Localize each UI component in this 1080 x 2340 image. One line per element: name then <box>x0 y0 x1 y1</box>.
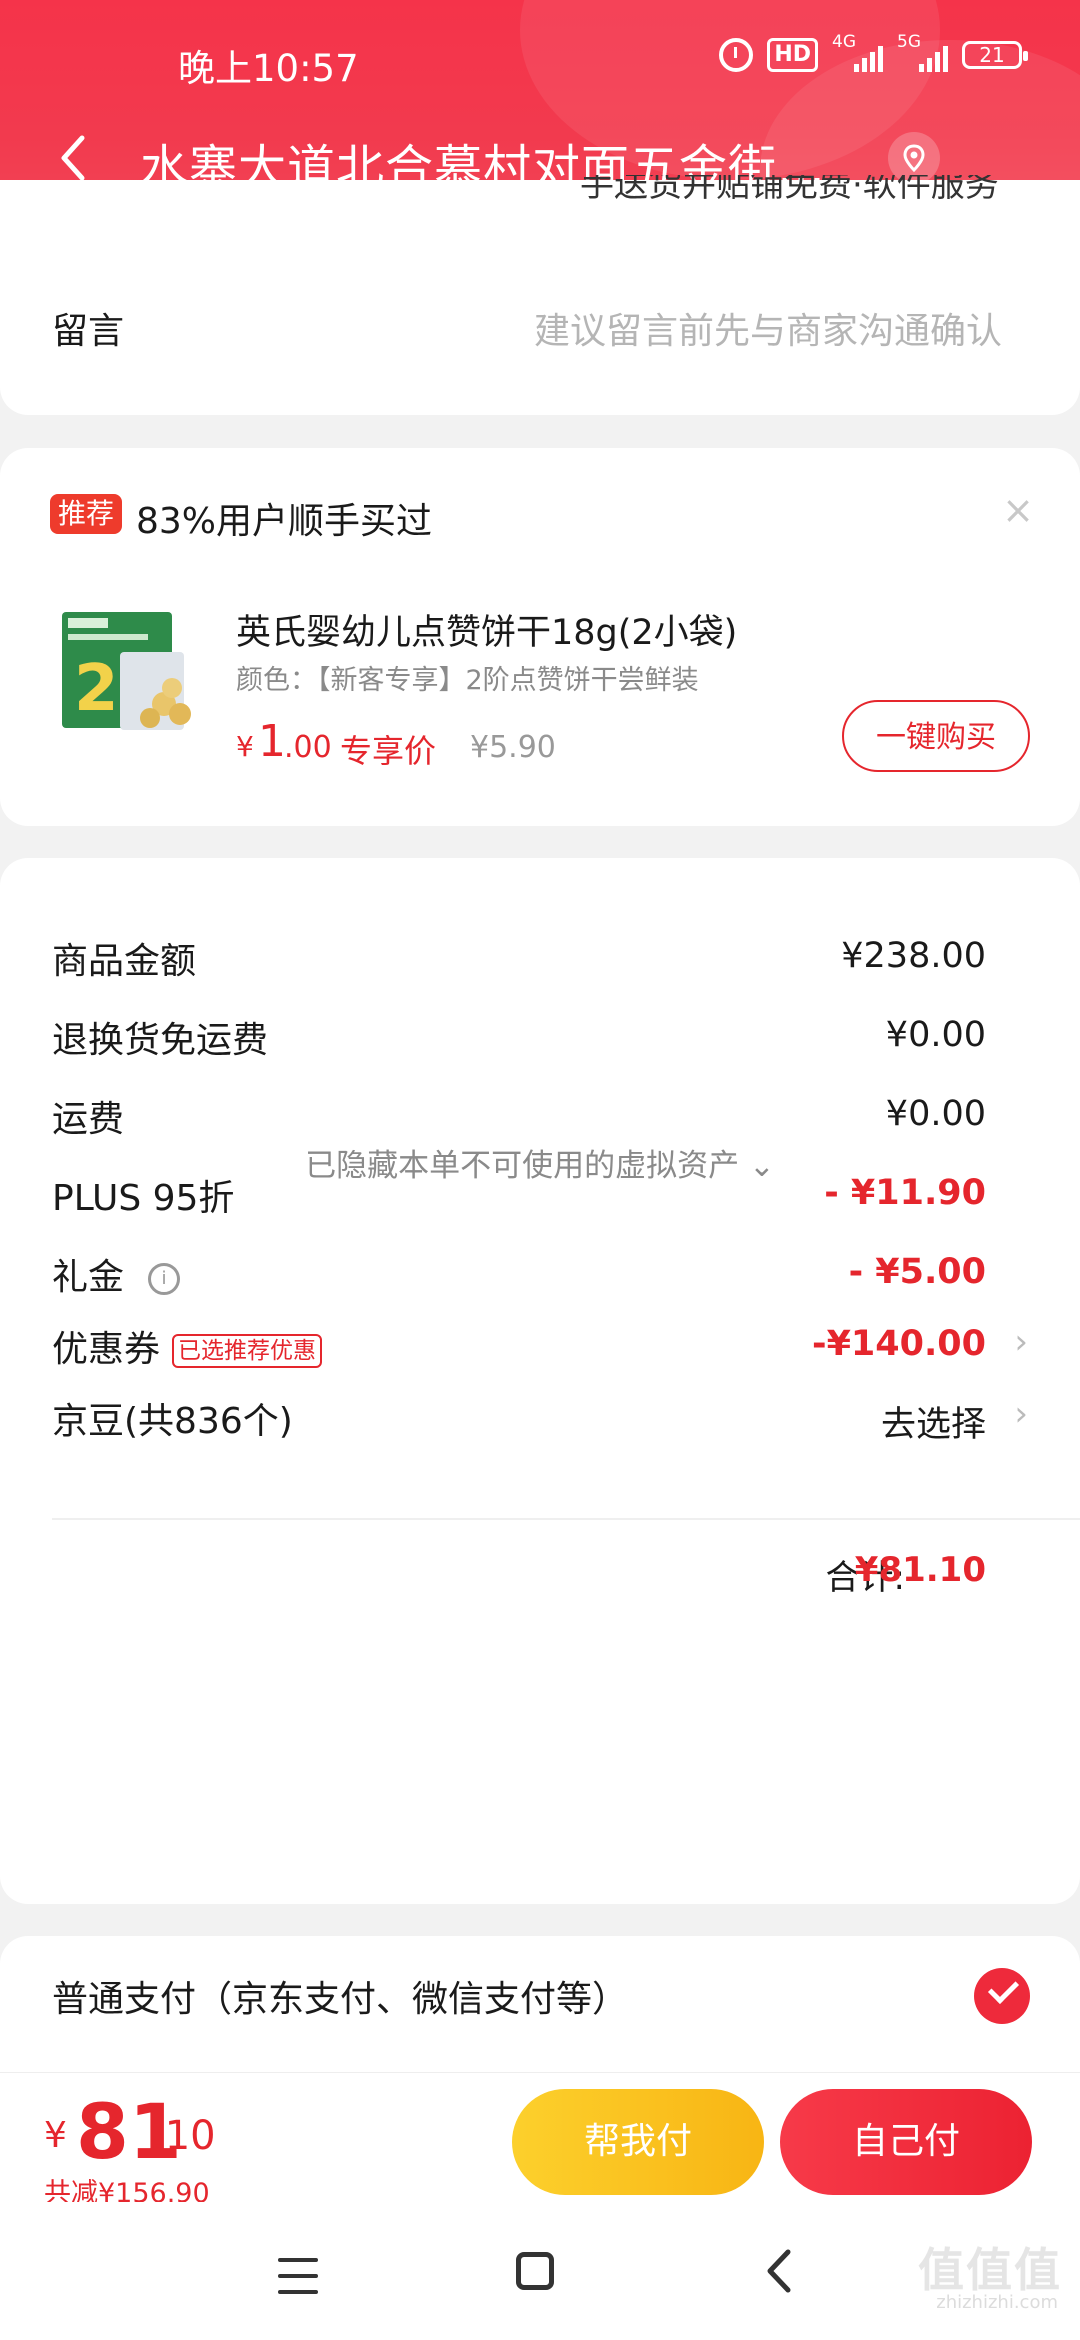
product-title[interactable]: 英氏婴幼儿点赞饼干18g(2小袋) <box>236 604 737 655</box>
summary-row-gift-money: 礼金 i - ¥5.00 <box>0 1238 1080 1318</box>
coupon-label: 优惠券 <box>52 1329 161 1370</box>
pay-currency: ¥ <box>44 2115 67 2156</box>
service-text: 手送货并贴铺免费·软件服务 <box>580 175 999 205</box>
battery-icon: 21 <box>962 41 1028 69</box>
hidden-assets-toggle[interactable]: 已隐藏本单不可使用的虚拟资产 ⌄ <box>0 1140 1080 1185</box>
close-icon[interactable]: × <box>1002 488 1034 532</box>
price-integer: 1 <box>258 716 286 767</box>
chevron-right-icon: › <box>1014 1394 1028 1434</box>
gift-money-label: 礼金 <box>52 1257 125 1298</box>
chevron-right-icon: › <box>1014 1322 1028 1362</box>
jingdou-label: 京豆(共836个) <box>52 1401 293 1442</box>
coupon-value: -¥140.00 <box>812 1324 986 1364</box>
summary-row-coupon[interactable]: 优惠券 已选推荐优惠 -¥140.00 › <box>0 1310 1080 1390</box>
goods-amount-value: ¥238.00 <box>841 936 986 976</box>
note-label: 留言 <box>52 311 125 352</box>
gift-money-value: - ¥5.00 <box>848 1252 986 1292</box>
return-shipping-label: 退换货免运费 <box>52 1020 269 1061</box>
recommend-badge: 推荐 <box>50 494 123 534</box>
status-icons: HD 4G 5G 21 <box>719 32 1028 72</box>
shipping-value: ¥0.00 <box>885 1094 986 1134</box>
checkmark-icon[interactable] <box>974 1968 1030 2024</box>
coupon-selected-tag: 已选推荐优惠 <box>172 1334 323 1368</box>
summary-row-return-shipping: 退换货免运费 ¥0.00 <box>0 1001 1080 1081</box>
recommendation-card: 推荐 83%用户顺手买过 × 2 英氏婴幼儿点赞饼干18g(2小袋) 颜色：【新… <box>0 448 1080 826</box>
note-input[interactable]: 建议留言前先与商家沟通确认 <box>534 302 1002 354</box>
system-back-icon[interactable] <box>760 2248 800 2294</box>
status-bar: 晚上10:57 HD 4G 5G 21 <box>0 30 1080 94</box>
signal-4g-label: 4G <box>832 32 856 52</box>
exclusive-price-label: 专享价 <box>340 732 437 770</box>
note-card: 手送货并贴铺免费·软件服务 留言 建议留言前先与商家沟通确认 <box>0 175 1080 415</box>
payment-method-label: 普通支付（京东支付、微信支付等） <box>52 1979 629 2020</box>
total-value: ¥81.10 <box>854 1550 986 1590</box>
back-arrow-icon[interactable] <box>50 132 102 184</box>
signal-4g-icon: 4G <box>832 32 883 72</box>
recommend-text: 83%用户顺手买过 <box>136 501 433 542</box>
return-shipping-value: ¥0.00 <box>885 1015 986 1055</box>
watermark-logo: 值值值 <box>918 2243 1062 2297</box>
hd-icon: HD <box>767 38 818 72</box>
signal-5g-icon: 5G <box>897 32 948 72</box>
svg-text:2: 2 <box>74 652 119 726</box>
bottom-action-bar: ¥ 81 .10 共减¥156.90 帮我付 自己付 <box>0 2072 1080 2209</box>
gift-money-label-wrap: 礼金 i <box>52 1248 181 1300</box>
coupon-label-wrap: 优惠券 已选推荐优惠 <box>52 1320 323 1372</box>
system-nav-bar: 值值值 zhizhizhi.com <box>0 2202 1080 2340</box>
product-thumbnail[interactable]: 2 <box>60 608 212 736</box>
summary-row-jingdou[interactable]: 京豆(共836个) 去选择 › <box>0 1382 1080 1462</box>
one-click-buy-button[interactable]: 一键购买 <box>842 700 1030 772</box>
summary-row-goods-amount: 商品金额 ¥238.00 <box>0 922 1080 1002</box>
menu-icon[interactable] <box>278 2258 318 2294</box>
alarm-icon <box>719 38 754 72</box>
price-decimal: .00 <box>284 730 332 765</box>
jingdou-select[interactable]: 去选择 <box>881 1396 986 1447</box>
original-price: ¥5.90 <box>470 730 556 765</box>
status-time: 晚上10:57 <box>178 47 359 90</box>
price-currency: ¥ <box>236 730 254 763</box>
divider <box>52 1518 1080 1520</box>
pay-myself-button[interactable]: 自己付 <box>780 2089 1032 2195</box>
product-variant: 颜色：【新客专享】2阶点赞饼干尝鲜装 <box>236 665 699 696</box>
home-icon[interactable] <box>516 2252 554 2290</box>
signal-5g-label: 5G <box>897 32 921 52</box>
order-summary-card: 商品金额 ¥238.00 退换货免运费 ¥0.00 运费 ¥0.00 PLUS … <box>0 858 1080 1904</box>
watermark-site: zhizhizhi.com <box>936 2292 1058 2313</box>
info-icon[interactable]: i <box>148 1263 181 1295</box>
pay-amount-decimal: .10 <box>152 2113 216 2159</box>
goods-amount-label: 商品金额 <box>52 941 197 982</box>
shipping-label: 运费 <box>52 1099 125 1140</box>
help-me-pay-button[interactable]: 帮我付 <box>512 2089 764 2195</box>
